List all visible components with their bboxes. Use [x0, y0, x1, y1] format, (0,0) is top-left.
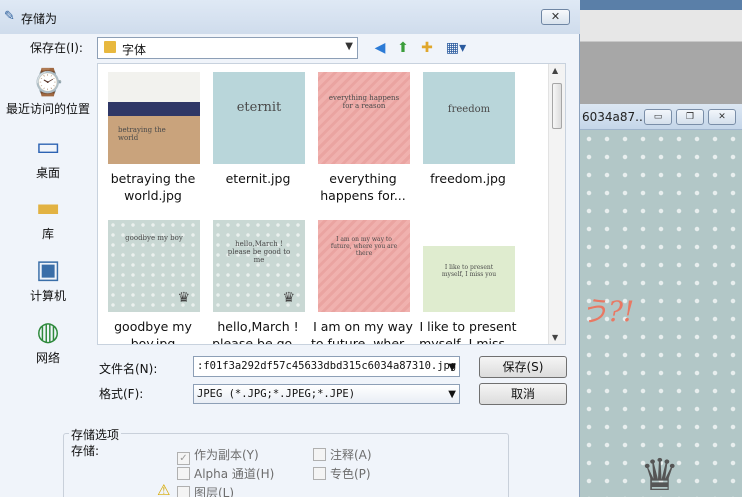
file-name-line2: myself, I miss...	[419, 336, 517, 345]
file-name-line1: everything	[329, 171, 397, 186]
file-thumbnail: I like to present myself, I miss you	[423, 246, 515, 312]
file-thumbnail: eternit	[213, 72, 305, 164]
close-button[interactable]: ✕	[541, 9, 570, 25]
crown-icon: ♛	[640, 450, 680, 497]
filename-input[interactable]: :f01f3a292df57c45633dbd315c6034a87310.jp…	[193, 356, 460, 377]
libraries-icon: ▬	[35, 193, 61, 223]
bg-restore-button[interactable]: ❐	[676, 109, 704, 125]
file-name-line2: please be go...	[212, 336, 304, 345]
notes-checkbox[interactable]: 注释(A)	[313, 446, 372, 463]
bg-minimize-button[interactable]: ▭	[644, 109, 672, 125]
bg-document-titlebar[interactable]: 6034a87... ▭ ❐ ✕	[580, 104, 742, 130]
as-copy-label: 作为副本(Y)	[194, 448, 259, 462]
network-icon: ◍	[36, 317, 60, 347]
save-button[interactable]: 保存(S)	[479, 356, 567, 378]
back-icon[interactable]: ◀	[371, 39, 389, 57]
vertical-scrollbar[interactable]: ▲ ▼	[548, 64, 565, 344]
alpha-channel-label: Alpha 通道(H)	[194, 467, 275, 481]
place-recent[interactable]: ⌚ 最近访问的位置	[0, 68, 96, 117]
bg-document-title: 6034a87...	[582, 110, 647, 124]
place-label: 最近访问的位置	[5, 102, 90, 116]
chevron-down-icon[interactable]: ▼	[448, 358, 456, 376]
file-thumbnail: I am on my way to future, where you are …	[318, 220, 410, 312]
file-name-line2: boy.jpg	[130, 336, 176, 345]
place-label: 库	[41, 227, 54, 241]
file-name-line1: eternit.jpg	[225, 171, 291, 186]
warning-icon: ⚠	[157, 481, 171, 497]
places-bar: ⌚ 最近访问的位置 ▭ 桌面 ▬ 库 ▣ 计算机 ◍ 网络	[0, 62, 96, 418]
checkmark-icon: ✓	[177, 452, 190, 465]
background-app-window: 6034a87... ▭ ❐ ✕ う?! ♛	[580, 0, 742, 497]
crown-icon: ♛	[177, 290, 190, 306]
save-in-value: 字体	[122, 43, 147, 57]
file-thumbnail: goodbye my boy ♛	[108, 220, 200, 312]
spot-color-label: 专色(P)	[330, 467, 371, 481]
place-computer[interactable]: ▣ 计算机	[0, 255, 96, 304]
file-thumbnail: betraying the world	[108, 72, 200, 164]
filename-value: :f01f3a292df57c45633dbd315c6034a87310.jp…	[197, 360, 457, 372]
view-menu-icon[interactable]: ▦▾	[442, 39, 470, 57]
computer-icon: ▣	[35, 255, 61, 285]
alpha-channel-checkbox[interactable]: Alpha 通道(H)	[177, 465, 274, 482]
file-thumbnail: hello,March ! please be good to me ♛	[213, 220, 305, 312]
folder-icon	[104, 41, 116, 53]
file-name-line1: hello,March !	[217, 319, 299, 334]
recent-places-icon: ⌚	[31, 68, 65, 98]
file-name-line1: betraying the	[110, 171, 196, 186]
format-value: JPEG (*.JPG;*.JPEG;*.JPE)	[197, 388, 356, 400]
bg-top-strip	[580, 0, 742, 10]
save-in-label: 保存在(I):	[30, 41, 83, 55]
place-libraries[interactable]: ▬ 库	[0, 193, 96, 242]
save-as-dialog: ✎ 存储为 ✕ 保存在(I): 字体 ▼ ◀ ⬆ ✚ ▦▾ ⌚ 最近访问的位置 …	[0, 0, 580, 497]
desktop-icon: ▭	[35, 132, 61, 162]
bg-toolbar-panel	[580, 10, 742, 42]
file-list-view[interactable]: betraying the world betraying the world.…	[97, 63, 566, 345]
file-name-line1: goodbye my	[114, 319, 192, 334]
layers-label: 图层(L)	[194, 486, 235, 497]
scroll-up-icon[interactable]: ▲	[552, 66, 558, 75]
file-name-line2: happens for...	[320, 188, 406, 203]
bg-close-button[interactable]: ✕	[708, 109, 736, 125]
place-network[interactable]: ◍ 网络	[0, 317, 96, 366]
bg-options-panel	[580, 42, 742, 104]
new-folder-icon[interactable]: ✚	[418, 39, 436, 57]
save-options-group	[63, 433, 509, 497]
file-name-line1: I like to present	[419, 319, 517, 334]
dialog-titlebar[interactable]: ✎ 存储为 ✕	[0, 0, 580, 34]
scroll-down-icon[interactable]: ▼	[552, 333, 558, 342]
scroll-thumb[interactable]	[552, 83, 562, 129]
notes-label: 注释(A)	[330, 448, 372, 462]
up-folder-icon[interactable]: ⬆	[394, 39, 412, 57]
filename-label: 文件名(N):	[99, 362, 158, 376]
file-thumbnail: freedom	[423, 72, 515, 164]
place-label: 桌面	[35, 166, 60, 180]
spot-color-checkbox[interactable]: 专色(P)	[313, 465, 371, 482]
place-label: 计算机	[29, 289, 66, 303]
save-in-dropdown[interactable]: 字体 ▼	[97, 37, 358, 59]
as-copy-checkbox[interactable]: ✓ 作为副本(Y)	[177, 446, 259, 465]
file-name-line1: freedom.jpg	[430, 171, 506, 186]
bg-canvas-scribble: う?!	[580, 295, 635, 328]
format-select[interactable]: JPEG (*.JPG;*.JPEG;*.JPE) ▼	[193, 384, 460, 404]
bg-document-canvas[interactable]: う?! ♛	[580, 130, 742, 497]
format-label: 格式(F):	[99, 387, 144, 401]
chevron-down-icon: ▼	[345, 41, 353, 52]
file-name-line1: I am on my way	[313, 319, 413, 334]
file-name-line2: to future, wher...	[311, 336, 415, 345]
file-thumbnail: everything happens for a reason	[318, 72, 410, 164]
cancel-button[interactable]: 取消	[479, 383, 567, 405]
crown-icon: ♛	[282, 290, 295, 306]
save-options-title: 存储选项	[69, 426, 122, 443]
layers-checkbox[interactable]: 图层(L)	[177, 484, 234, 497]
save-options-sublabel: 存储:	[71, 444, 100, 458]
file-name-line2: world.jpg	[124, 188, 182, 203]
chevron-down-icon: ▼	[448, 389, 456, 400]
dialog-title: 存储为	[21, 12, 58, 26]
place-desktop[interactable]: ▭ 桌面	[0, 132, 96, 181]
pen-icon: ✎	[4, 9, 15, 24]
place-label: 网络	[35, 351, 60, 365]
